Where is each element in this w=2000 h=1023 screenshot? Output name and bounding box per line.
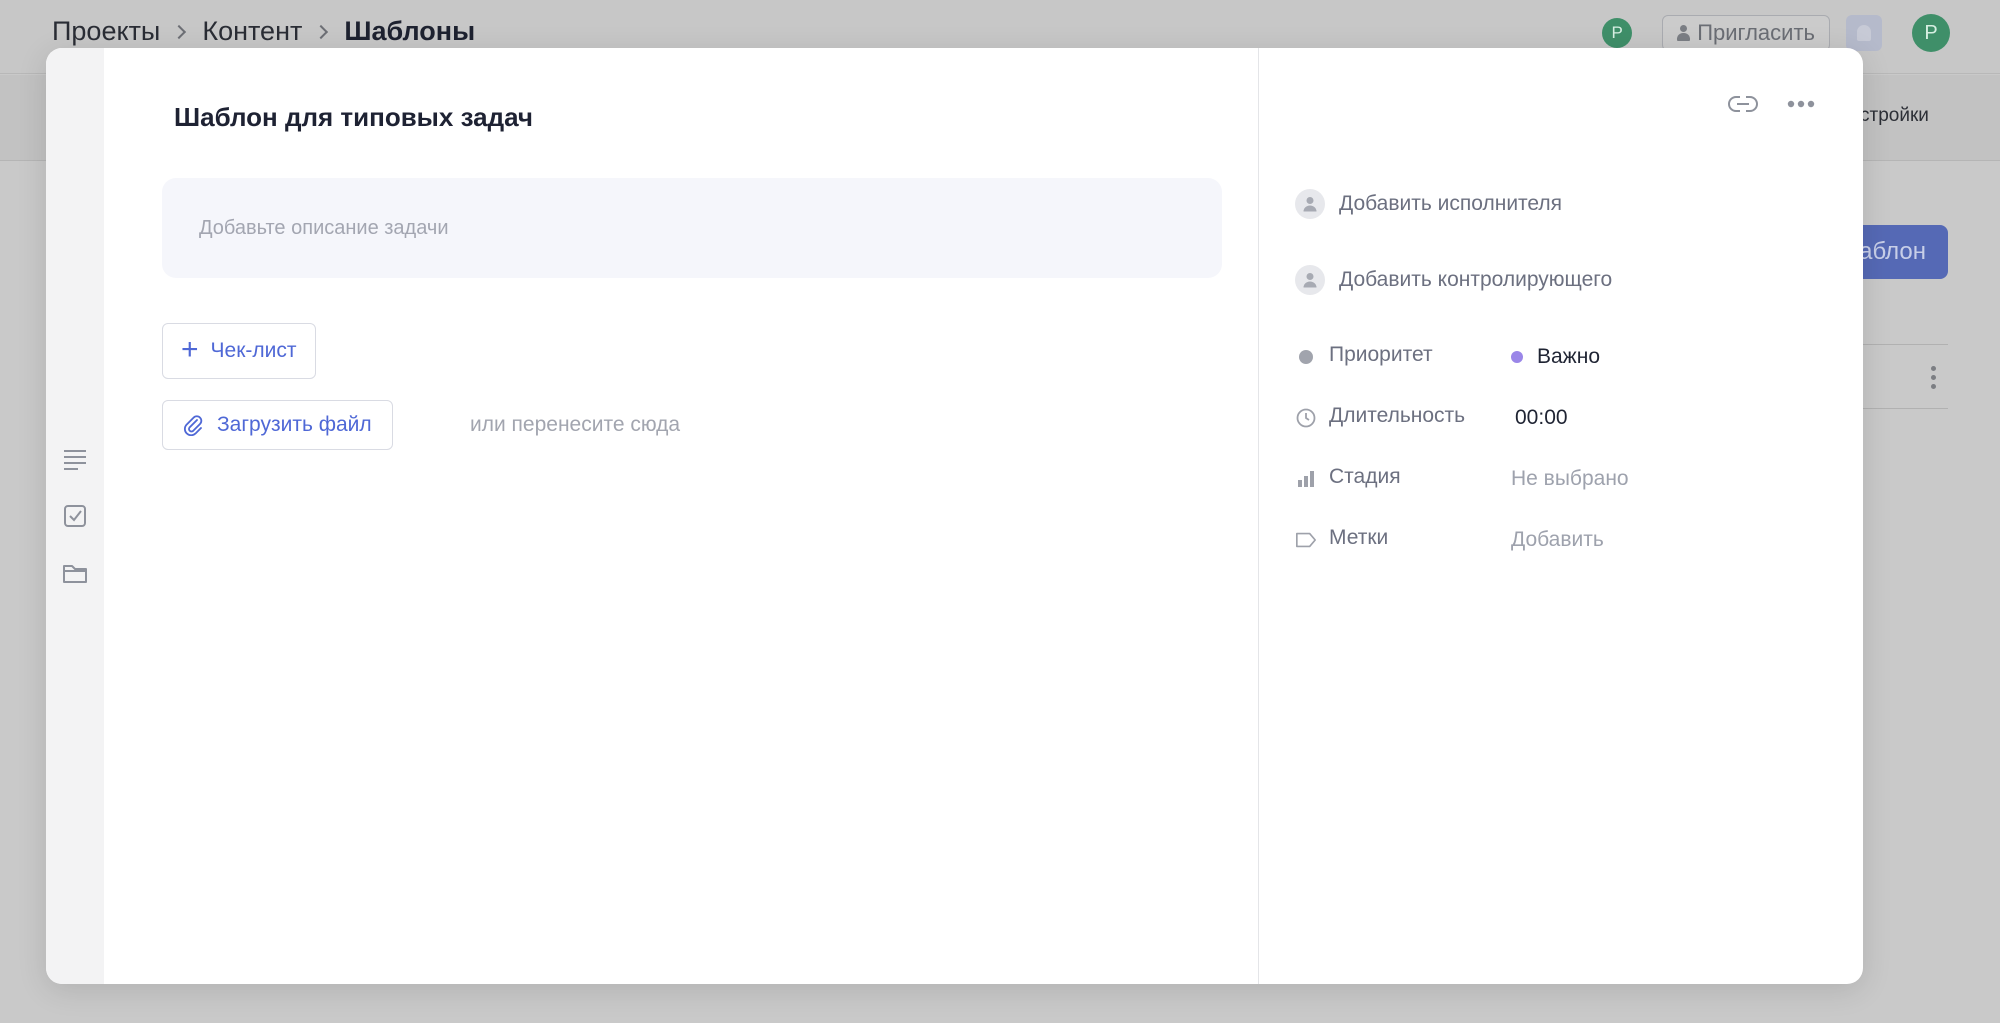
- description-field[interactable]: Добавьте описание задачи: [162, 178, 1222, 278]
- property-duration: Длительность 00:00: [1295, 402, 1815, 434]
- create-template-label: аблон: [1859, 238, 1926, 265]
- task-properties-panel: Добавить исполнителя Добавить контролиру…: [1259, 48, 1863, 984]
- priority-value[interactable]: Важно: [1511, 345, 1600, 369]
- checklist-label: Чек-лист: [210, 339, 297, 362]
- description-lines-icon[interactable]: [62, 446, 88, 472]
- divider: [1860, 408, 1948, 409]
- link-icon[interactable]: [1727, 94, 1759, 114]
- user-placeholder-icon: [1295, 265, 1325, 295]
- tab-settings[interactable]: стройки: [1860, 105, 1929, 127]
- notifications-button[interactable]: [1846, 15, 1882, 51]
- priority-dot-icon: [1295, 346, 1317, 368]
- task-main-panel: Шаблон для типовых задач Добавьте описан…: [104, 48, 1304, 984]
- invite-label: Пригласить: [1697, 20, 1815, 45]
- priority-label: Приоритет: [1329, 343, 1433, 366]
- tags-label: Метки: [1329, 526, 1389, 549]
- member-avatar[interactable]: P: [1602, 18, 1633, 48]
- clock-icon: [1295, 407, 1317, 429]
- tags-add-value[interactable]: Добавить: [1511, 528, 1604, 552]
- add-assignee-button[interactable]: Добавить исполнителя: [1295, 189, 1562, 219]
- property-priority: Приоритет Важно: [1295, 341, 1815, 373]
- breadcrumb-content[interactable]: Контент: [202, 16, 302, 47]
- priority-value-text: Важно: [1537, 345, 1601, 368]
- bell-icon: [1857, 25, 1871, 41]
- divider: [1860, 344, 1948, 345]
- paperclip-icon: [184, 415, 203, 436]
- drop-hint: или перенесите сюда: [470, 413, 681, 436]
- property-tags: Метки Добавить: [1295, 524, 1815, 556]
- add-controller-button[interactable]: Добавить контролирующего: [1295, 265, 1612, 295]
- person-icon: [1677, 25, 1691, 41]
- breadcrumb: Проекты Контент Шаблоны: [52, 16, 475, 47]
- chevron-right-icon: [314, 24, 329, 39]
- folder-icon[interactable]: [62, 560, 88, 586]
- add-checklist-button[interactable]: + Чек-лист: [162, 323, 316, 379]
- breadcrumb-projects[interactable]: Проекты: [52, 16, 160, 47]
- stage-value[interactable]: Не выбрано: [1511, 467, 1629, 491]
- add-controller-label: Добавить контролирующего: [1339, 268, 1613, 291]
- priority-important-dot: [1511, 351, 1523, 363]
- duration-value[interactable]: 00:00: [1515, 406, 1568, 430]
- upload-label: Загрузить файл: [217, 413, 372, 436]
- stage-bars-icon: [1295, 468, 1317, 490]
- user-placeholder-icon: [1295, 189, 1325, 219]
- tag-icon: [1295, 529, 1317, 551]
- user-avatar[interactable]: P: [1912, 14, 1950, 52]
- checklist-checkbox-icon[interactable]: [62, 503, 88, 529]
- invite-button[interactable]: Пригласить: [1662, 15, 1830, 51]
- chevron-right-icon: [172, 24, 187, 39]
- upload-file-button[interactable]: Загрузить файл: [162, 400, 393, 450]
- property-stage: Стадия Не выбрано: [1295, 463, 1815, 495]
- duration-label: Длительность: [1329, 404, 1466, 427]
- more-vertical-icon[interactable]: [1931, 366, 1937, 390]
- description-placeholder: Добавьте описание задачи: [199, 216, 449, 239]
- plus-icon: +: [181, 332, 199, 366]
- task-title[interactable]: Шаблон для типовых задач: [174, 102, 533, 133]
- more-horizontal-icon[interactable]: [1787, 100, 1815, 108]
- task-template-modal: Шаблон для типовых задач Добавьте описан…: [46, 48, 1863, 984]
- breadcrumb-templates: Шаблоны: [344, 16, 476, 46]
- stage-label: Стадия: [1329, 465, 1401, 488]
- add-assignee-label: Добавить исполнителя: [1339, 192, 1563, 215]
- section-rail: [46, 48, 104, 984]
